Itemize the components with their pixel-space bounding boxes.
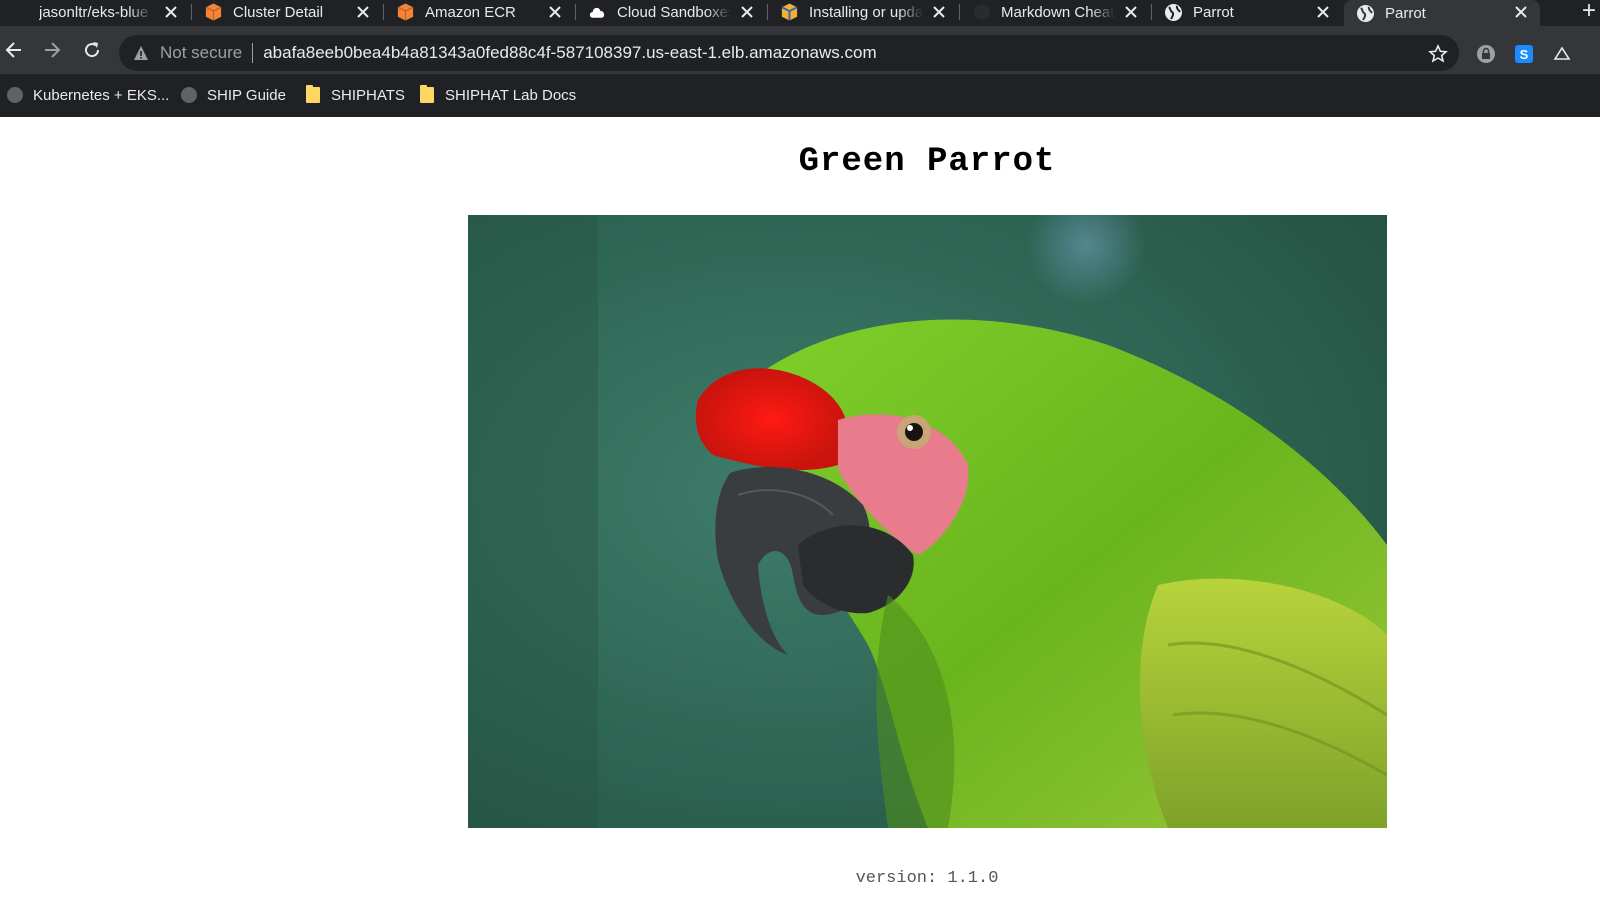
new-tab-button[interactable]: + [1582, 0, 1600, 23]
close-tab-icon[interactable] [354, 3, 372, 21]
tab-parrot-active[interactable]: Parrot [1344, 0, 1540, 26]
aws-cube-icon [396, 3, 415, 22]
close-tab-icon[interactable] [930, 3, 948, 21]
page-title: Green Parrot [798, 143, 1056, 181]
browser-chrome: jasonltr/eks-blue Cluster Detail Amazon … [0, 0, 1600, 117]
bookmark-shiphat-lab-docs[interactable]: SHIPHAT Lab Docs [418, 80, 576, 110]
bookmark-kubernetes-eks[interactable]: Kubernetes + EKS... [6, 80, 169, 110]
version-text: version: 1.1.0 [855, 869, 999, 888]
folder-icon [304, 85, 321, 104]
bookmark-label: Kubernetes + EKS... [33, 86, 170, 104]
reload-button[interactable] [78, 36, 106, 64]
close-tab-icon[interactable] [738, 3, 756, 21]
bookmark-shiphats[interactable]: SHIPHATS [304, 80, 405, 110]
tab-title: jasonltr/eks-blue [39, 3, 149, 21]
bookmarks-bar: Kubernetes + EKS... SHIP Guide SHIPHATS … [0, 80, 1600, 110]
tab-cluster-detail[interactable]: Cluster Detail [192, 0, 382, 24]
cloud-icon [588, 3, 607, 22]
close-tab-icon[interactable] [1314, 3, 1332, 21]
globe-icon [6, 87, 23, 104]
tab-markdown-cheat[interactable]: Markdown Cheat [960, 0, 1150, 24]
github-icon [14, 3, 33, 22]
forward-button[interactable] [38, 36, 66, 64]
bookmark-ship-guide[interactable]: SHIP Guide [180, 80, 286, 110]
back-button[interactable] [0, 36, 28, 64]
tab-strip: jasonltr/eks-blue Cluster Detail Amazon … [0, 0, 1600, 26]
extension-lock-icon[interactable] [1476, 44, 1496, 64]
extension-s-icon[interactable]: S [1514, 44, 1534, 64]
close-tab-icon[interactable] [546, 3, 564, 21]
bookmark-label: SHIP Guide [207, 86, 286, 104]
svg-text:S: S [1520, 47, 1529, 62]
tab-eks-blue[interactable]: jasonltr/eks-blue [2, 0, 190, 24]
bookmark-star-icon[interactable] [1428, 44, 1448, 64]
globe-icon [180, 87, 197, 104]
tab-cloud-sandboxes[interactable]: Cloud Sandboxes [576, 0, 766, 24]
bookmark-label: SHIPHATS [331, 86, 405, 104]
bookmark-label: SHIPHAT Lab Docs [445, 86, 577, 104]
close-tab-icon[interactable] [162, 3, 180, 21]
close-tab-icon[interactable] [1122, 3, 1140, 21]
tab-amazon-ecr[interactable]: Amazon ECR [384, 0, 574, 24]
extension-icon[interactable] [1552, 44, 1572, 64]
aws-cube-icon [204, 3, 223, 22]
page-content: Green Parrot version: 1.1.0 [0, 117, 1600, 917]
tab-title: Parrot [1193, 3, 1234, 21]
globe-icon [1164, 3, 1183, 22]
url-text[interactable]: abafa8eeb0bea4b4a81343a0fed88c4f-5871083… [263, 43, 876, 63]
globe-icon [1356, 4, 1375, 23]
tab-title: Markdown Cheat [1001, 3, 1115, 21]
tab-title: Cluster Detail [233, 3, 324, 21]
tab-title: Cloud Sandboxes [617, 3, 731, 21]
close-tab-icon[interactable] [1512, 3, 1530, 21]
parrot-image [468, 215, 1387, 828]
warning-triangle-icon[interactable] [133, 45, 149, 61]
aws-docs-icon [780, 3, 799, 22]
tab-title: Parrot [1385, 4, 1426, 22]
address-divider [252, 43, 254, 63]
tab-parrot[interactable]: Parrot [1152, 0, 1342, 24]
toolbar: Not secure abafa8eeb0bea4b4a81343a0fed88… [0, 26, 1600, 74]
security-label[interactable]: Not secure [160, 43, 242, 63]
address-bar[interactable]: Not secure abafa8eeb0bea4b4a81343a0fed88… [119, 35, 1459, 71]
tab-installing[interactable]: Installing or upda [768, 0, 958, 24]
folder-icon [418, 85, 435, 104]
github-icon [972, 3, 991, 22]
tab-title: Installing or upda [809, 3, 923, 21]
tab-title: Amazon ECR [425, 3, 516, 21]
